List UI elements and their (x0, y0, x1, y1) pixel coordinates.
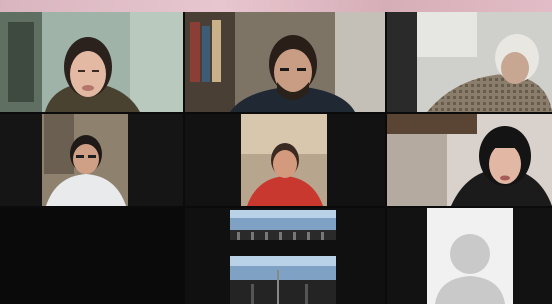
participant-tile-4[interactable] (0, 114, 183, 206)
participant-video-1 (0, 12, 183, 112)
participant-tile-8[interactable] (185, 208, 385, 304)
participant-video-2 (185, 12, 385, 112)
participant-video-3 (387, 12, 552, 112)
participant-video-8 (185, 208, 385, 304)
window-top-strip (0, 0, 552, 12)
participant-tile-2[interactable] (185, 12, 385, 112)
participant-video-4 (0, 114, 183, 206)
avatar-head-icon (450, 234, 490, 274)
participant-tile-1[interactable] (0, 12, 183, 112)
participant-video-9 (387, 208, 552, 304)
participant-video-5 (185, 114, 385, 206)
participant-tile-3[interactable] (387, 12, 552, 112)
participant-video-6 (387, 114, 552, 206)
participant-tile-9[interactable] (387, 208, 552, 304)
participant-tile-5[interactable] (185, 114, 385, 206)
participant-video-7 (0, 208, 183, 304)
participant-tile-7[interactable] (0, 208, 183, 304)
participant-tile-6[interactable] (387, 114, 552, 206)
video-meeting-window (0, 0, 552, 304)
